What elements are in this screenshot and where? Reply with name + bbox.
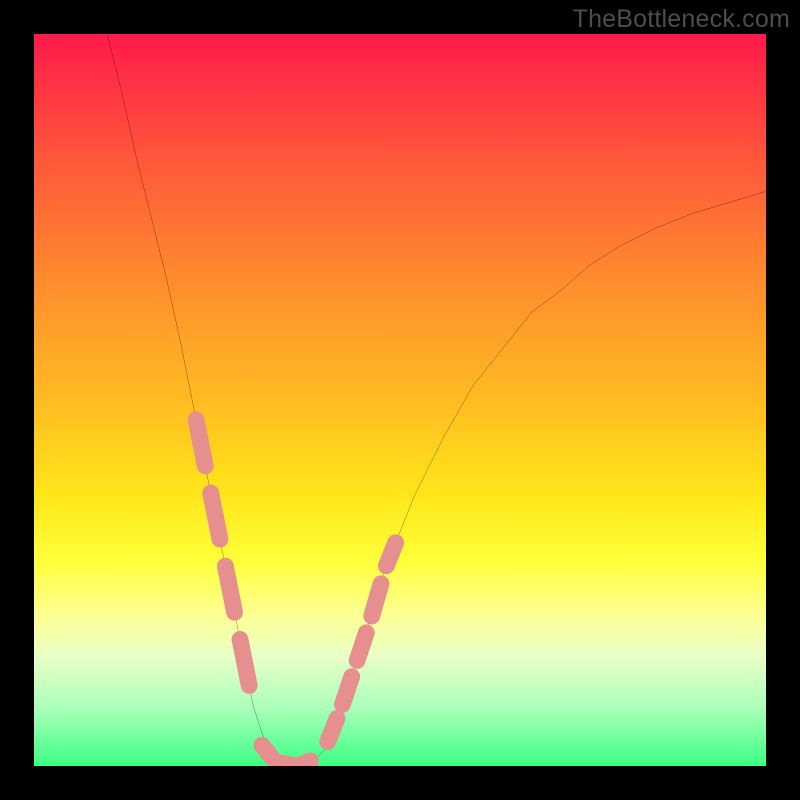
highlight-dash [225,566,234,612]
highlight-dash [196,420,205,466]
highlight-dash [277,763,291,765]
highlight-dash [262,745,271,757]
highlight-dash [372,584,381,616]
chart-svg [34,34,766,766]
chart-frame: TheBottleneck.com [0,0,800,800]
highlight-dash [328,718,337,741]
highlight-dash [357,633,366,661]
curve-line [107,34,766,766]
highlight-dash [211,493,220,539]
highlight-dash [240,639,249,685]
plot-area [34,34,766,766]
highlight-group [196,420,396,766]
watermark: TheBottleneck.com [573,5,790,34]
highlight-dash [299,761,311,766]
highlight-dash [342,677,351,705]
highlight-dash [386,543,395,566]
